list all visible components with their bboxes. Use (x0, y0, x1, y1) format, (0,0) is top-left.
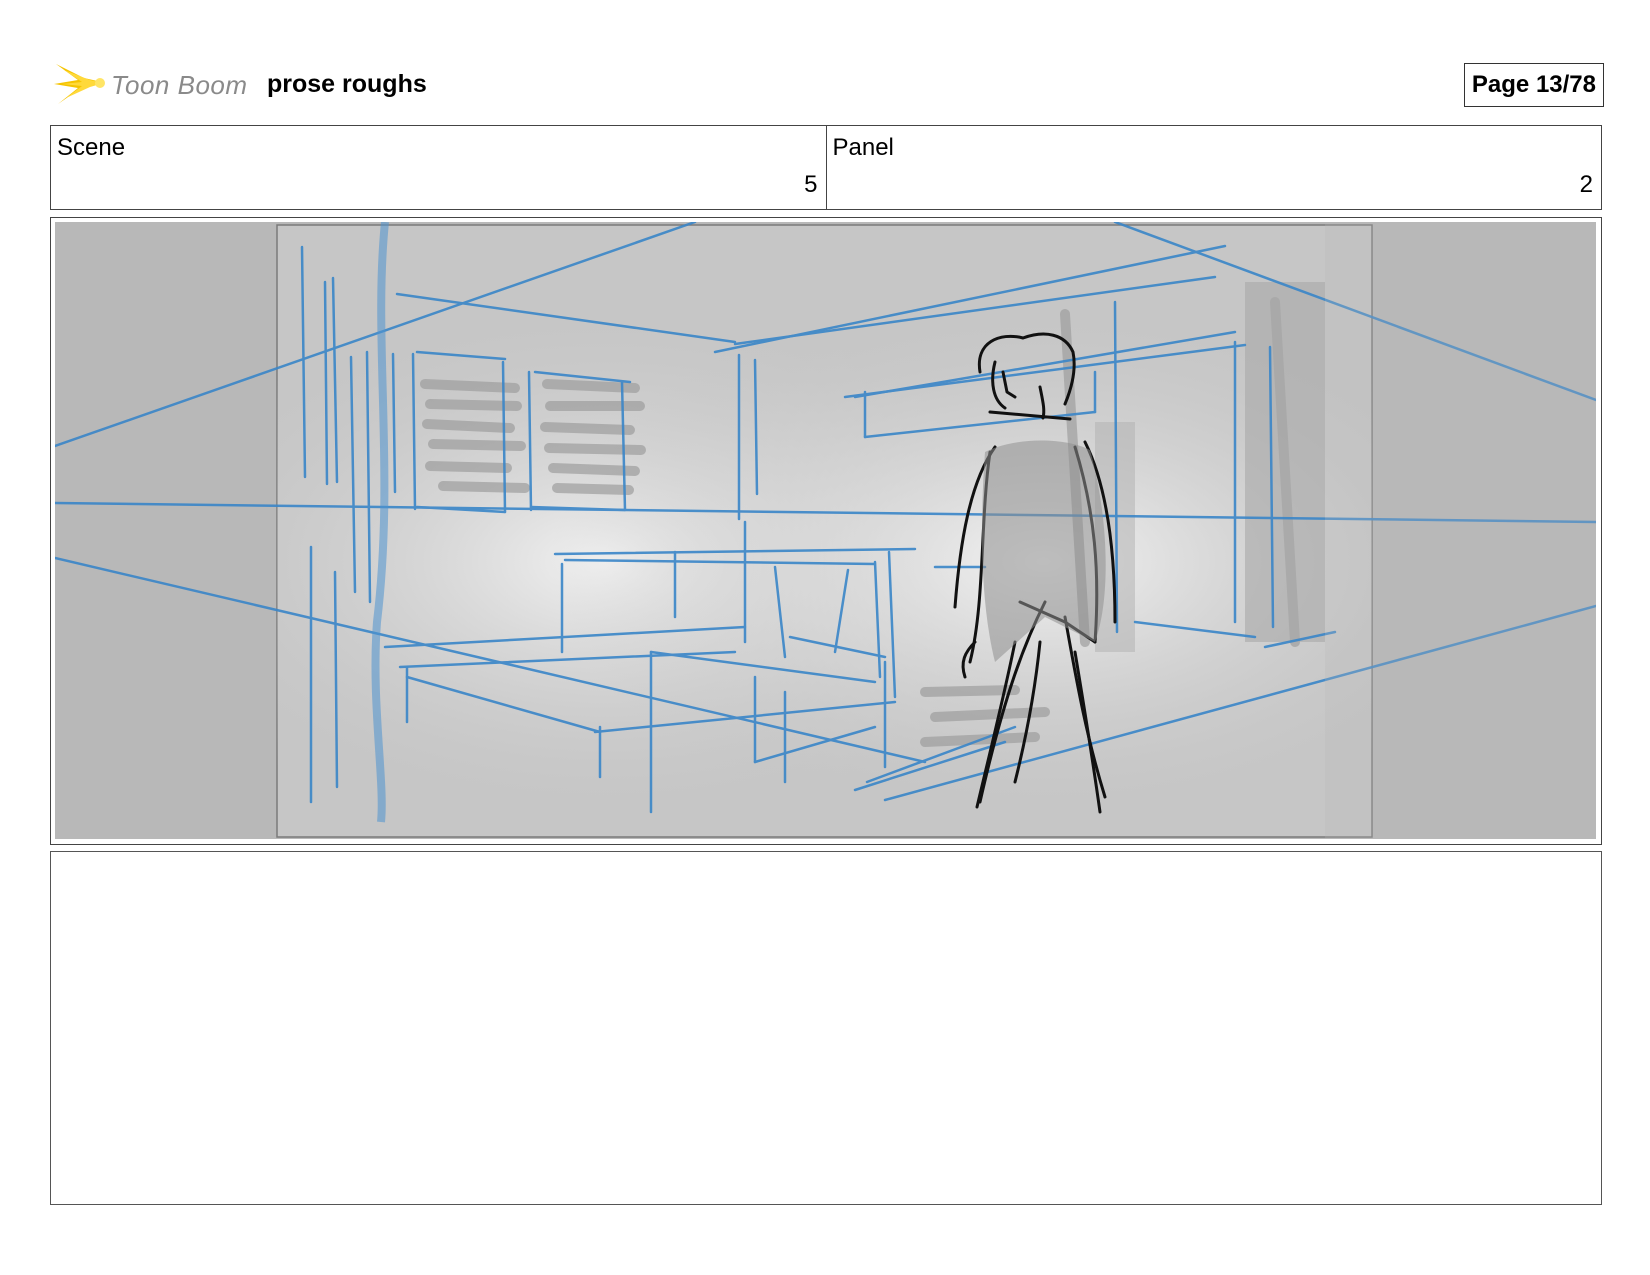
scene-value: 5 (804, 171, 818, 198)
panel-notes-box (50, 851, 1602, 1205)
project-title: prose roughs (267, 70, 427, 98)
toon-boom-logo: Toon Boom (54, 58, 254, 110)
flare-icon (54, 64, 105, 104)
storyboard-panel-frame (50, 217, 1602, 845)
scene-cell: Scene 5 (51, 126, 826, 209)
panel-value: 2 (1579, 171, 1593, 198)
page-header: Toon Boom prose roughs Page 13/78 (50, 56, 1604, 112)
panel-cell: Panel 2 (825, 126, 1602, 209)
panel-label: Panel (832, 134, 894, 161)
storyboard-sketch (55, 222, 1596, 839)
scene-panel-info: Scene 5 Panel 2 (50, 125, 1602, 210)
page-number: Page 13/78 (1463, 63, 1604, 107)
logo-wordmark: Toon Boom (111, 70, 248, 100)
scene-label: Scene (57, 134, 126, 161)
